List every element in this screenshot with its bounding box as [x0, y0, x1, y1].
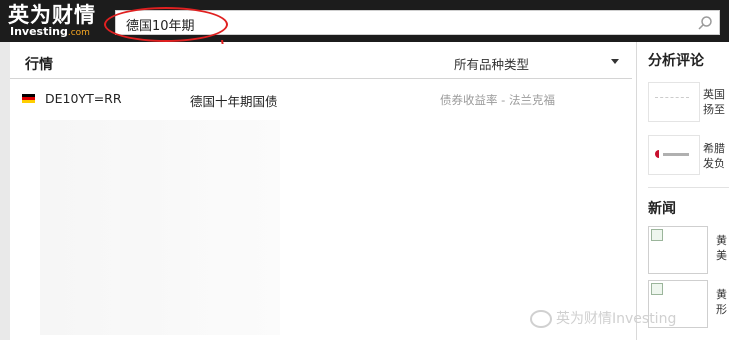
annotation-circle [104, 7, 228, 42]
left-edge [0, 42, 10, 340]
logo-english-name: Investing [10, 25, 68, 38]
news-item-line[interactable]: 美 [716, 247, 727, 263]
logo-english: Investing.com [10, 26, 90, 39]
analysis-item-line[interactable]: 扬至 [703, 101, 725, 117]
column-divider [636, 42, 637, 340]
weibo-icon [530, 310, 552, 328]
analysis-thumbnail[interactable] [648, 82, 700, 122]
news-title: 新闻 [648, 201, 676, 217]
broken-image-icon [651, 283, 663, 295]
news-item-line[interactable]: 形 [716, 301, 727, 317]
investing-logo[interactable]: 英为财情 Investing.com [8, 3, 104, 39]
result-type: 债券收益率 - 法兰克福 [440, 93, 555, 107]
logo-chinese: 英为财情 [8, 3, 96, 27]
analysis-item-line[interactable]: 希腊 [703, 140, 725, 156]
watermark-text: 英为财情Investing [556, 311, 677, 327]
search-result-row[interactable]: DE10YT=RR 德国十年期国债 债券收益率 - 法兰克福 [10, 86, 632, 112]
analysis-item-line[interactable]: 发负 [703, 155, 725, 171]
chevron-down-icon[interactable] [611, 59, 619, 64]
news-image-placeholder[interactable] [648, 226, 708, 274]
right-sidebar: 分析评论 英国 扬至 希腊 发负 新闻 黄 美 黄 形 [638, 42, 729, 340]
news-item-line[interactable]: 黄 [716, 232, 727, 248]
result-name[interactable]: 德国十年期国债 [190, 91, 278, 110]
markets-header: 行情 所有品种类型 [10, 46, 632, 79]
type-filter-dropdown[interactable]: 所有品种类型 [454, 54, 629, 72]
type-filter-label: 所有品种类型 [454, 57, 530, 72]
weibo-watermark: 英为财情Investing [530, 308, 676, 328]
germany-flag-icon [22, 94, 35, 103]
news-item-line[interactable]: 黄 [716, 286, 727, 302]
analysis-thumbnail[interactable] [648, 135, 700, 175]
logo-english-suffix: .com [67, 28, 90, 38]
broken-image-icon [651, 229, 663, 241]
markets-title: 行情 [25, 57, 53, 73]
search-icon[interactable] [697, 15, 713, 31]
analysis-title: 分析评论 [648, 53, 704, 69]
sidebar-separator [648, 187, 729, 188]
results-backdrop [40, 120, 280, 335]
result-symbol[interactable]: DE10YT=RR [45, 91, 122, 106]
analysis-item-line[interactable]: 英国 [703, 86, 725, 102]
